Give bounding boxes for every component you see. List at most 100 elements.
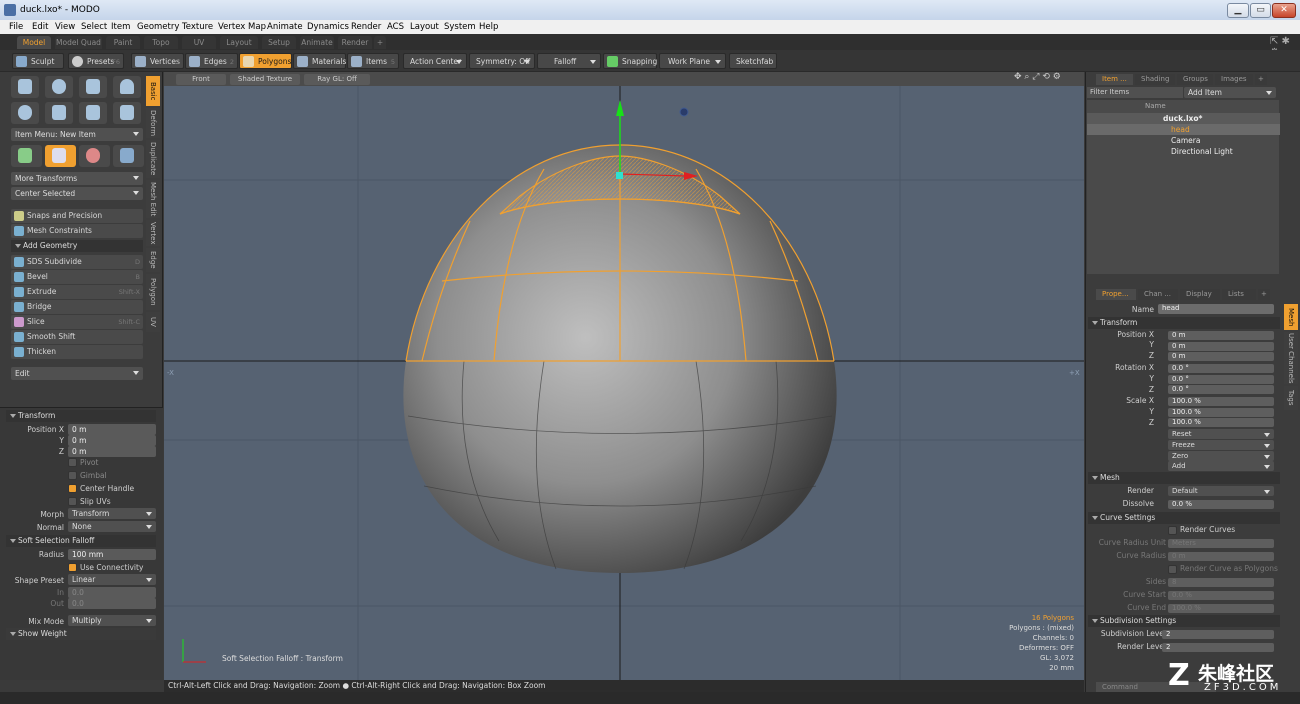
tab-model[interactable]: Model: [17, 36, 51, 49]
render-as-polygons-checkbox[interactable]: [1168, 565, 1177, 574]
viewport-nav-icons[interactable]: ✥ ⌕ ⤢ ⟲ ⚙: [1014, 72, 1061, 82]
slip-uvs-checkbox[interactable]: [68, 497, 77, 506]
center-selected-dropdown[interactable]: Center Selected: [11, 187, 143, 200]
soft-selection-header[interactable]: Soft Selection Falloff: [6, 535, 156, 547]
torus-tool[interactable]: [11, 102, 39, 124]
menu-geometry[interactable]: Geometry: [137, 20, 179, 34]
menu-animate[interactable]: Animate: [267, 20, 303, 34]
prop-position-z-field[interactable]: 0 m: [1168, 352, 1274, 361]
curve-start-field[interactable]: 0.0 %: [1168, 591, 1274, 600]
edges-button[interactable]: Edges 2: [185, 53, 238, 69]
vtab-deform[interactable]: Deform: [146, 108, 160, 138]
vtab-vertex[interactable]: Vertex: [146, 220, 160, 246]
cylinder-tool[interactable]: [79, 76, 107, 98]
move-tool[interactable]: [11, 145, 42, 167]
prop-position-x-field[interactable]: 0 m: [1168, 331, 1274, 340]
subdivision-header[interactable]: Subdivision Settings: [1088, 615, 1280, 627]
scale-tool[interactable]: [79, 145, 110, 167]
3d-viewport[interactable]: Front Shaded Texture Ray GL: Off ✥ ⌕ ⤢ ⟲…: [164, 72, 1084, 680]
menu-help[interactable]: Help: [479, 20, 498, 34]
tree-row-head[interactable]: head: [1087, 124, 1280, 135]
tree-row-camera[interactable]: Camera: [1087, 135, 1280, 146]
pivot-checkbox[interactable]: [68, 458, 77, 467]
use-connectivity-checkbox[interactable]: [68, 563, 77, 572]
raygl-button[interactable]: Ray GL: Off: [304, 74, 370, 85]
position-y-field[interactable]: 0 m: [68, 435, 156, 446]
curve-radius-unit-dropdown[interactable]: Meters: [1168, 539, 1274, 548]
gizmo-z-handle[interactable]: [679, 107, 689, 117]
tab-layout[interactable]: Layout: [220, 36, 258, 49]
add-panel-tab-button[interactable]: +: [1255, 74, 1267, 85]
snaps-precision-button[interactable]: Snaps and Precision: [11, 209, 143, 223]
position-x-field[interactable]: 0 m: [68, 424, 156, 435]
sds-subdivide-button[interactable]: SDS Subdivide D: [11, 255, 143, 269]
prop-scale-z-field[interactable]: 100.0 %: [1168, 418, 1274, 427]
tab-properties[interactable]: Prope...: [1096, 289, 1136, 300]
tab-model-quad[interactable]: Model Quad: [55, 36, 102, 49]
prop-rotation-z-field[interactable]: 0.0 °: [1168, 385, 1274, 394]
tab-render[interactable]: Render: [338, 36, 372, 49]
radius-field[interactable]: 100 mm: [68, 549, 156, 560]
thicken-button[interactable]: Thicken: [11, 345, 143, 359]
sketchfab-button[interactable]: Sketchfab: [729, 53, 777, 69]
add-geometry-header[interactable]: Add Geometry: [11, 240, 143, 252]
tab-shading[interactable]: Shading: [1135, 74, 1175, 85]
vtab-duplicate[interactable]: Duplicate: [146, 140, 160, 178]
tree-row-scene[interactable]: duck.lxo*: [1087, 113, 1280, 124]
mesh-constraints-button[interactable]: Mesh Constraints: [11, 224, 143, 238]
shape-preset-dropdown[interactable]: Linear: [68, 574, 156, 585]
transform-header[interactable]: Transform: [6, 410, 156, 422]
menu-vertex-map[interactable]: Vertex Map: [218, 20, 266, 34]
slice-button[interactable]: Slice Shift-C: [11, 315, 143, 329]
filter-items-field[interactable]: Filter Items: [1087, 87, 1183, 98]
vertices-button[interactable]: Vertices 1: [131, 53, 184, 69]
tab-animate[interactable]: Animate: [300, 36, 334, 49]
snapping-button[interactable]: Snapping: [603, 53, 657, 69]
action-center-dropdown[interactable]: Action Center: [403, 53, 467, 69]
cube-tool[interactable]: [11, 76, 39, 98]
add-item-dropdown[interactable]: Add Item: [1184, 87, 1276, 98]
vtab-mesh-edit[interactable]: Mesh Edit: [146, 180, 160, 218]
mesh-header[interactable]: Mesh: [1088, 472, 1280, 484]
sculpt-button[interactable]: Sculpt: [12, 53, 64, 69]
text-tool[interactable]: [113, 102, 141, 124]
in-field[interactable]: 0.0: [68, 587, 156, 598]
reset-dropdown[interactable]: Reset: [1168, 429, 1274, 439]
tab-channels[interactable]: Chan ...: [1138, 289, 1178, 300]
menu-dynamics[interactable]: Dynamics: [307, 20, 349, 34]
subdivision-level-field[interactable]: 2: [1162, 630, 1274, 639]
name-field[interactable]: head: [1158, 304, 1274, 314]
curve-radius-field[interactable]: 0 m: [1168, 552, 1274, 561]
prop-transform-header[interactable]: Transform: [1088, 317, 1280, 329]
curve-settings-header[interactable]: Curve Settings: [1088, 512, 1280, 524]
tab-setup[interactable]: Setup: [262, 36, 296, 49]
view-front-button[interactable]: Front: [176, 74, 226, 85]
bridge-button[interactable]: Bridge: [11, 300, 143, 314]
close-button[interactable]: ✕: [1272, 3, 1296, 18]
zero-dropdown[interactable]: Zero: [1168, 451, 1274, 461]
materials-button[interactable]: Materials: [293, 53, 346, 69]
tab-uv[interactable]: UV: [182, 36, 216, 49]
polygons-button[interactable]: Polygons: [239, 53, 292, 69]
vtab-mesh[interactable]: Mesh: [1284, 304, 1298, 330]
tab-groups[interactable]: Groups: [1177, 74, 1213, 85]
edit-dropdown[interactable]: Edit: [11, 367, 143, 380]
tab-images[interactable]: Images: [1215, 74, 1253, 85]
extrude-button[interactable]: Extrude Shift-X: [11, 285, 143, 299]
dissolve-field[interactable]: 0.0 %: [1168, 500, 1274, 509]
freeze-dropdown[interactable]: Freeze: [1168, 440, 1274, 450]
morph-dropdown[interactable]: Transform: [68, 508, 156, 519]
normal-dropdown[interactable]: None: [68, 521, 156, 532]
minimize-button[interactable]: ▁: [1227, 3, 1249, 18]
menu-item[interactable]: Item: [111, 20, 130, 34]
bevel-button[interactable]: Bevel B: [11, 270, 143, 284]
maximize-button[interactable]: ▭: [1250, 3, 1271, 18]
sides-field[interactable]: 8: [1168, 578, 1274, 587]
render-dropdown[interactable]: Default: [1168, 486, 1274, 496]
rotate-tool[interactable]: [45, 145, 76, 167]
vtab-user-channels[interactable]: User Channels: [1284, 332, 1298, 384]
out-field[interactable]: 0.0: [68, 598, 156, 609]
item-menu-dropdown[interactable]: Item Menu: New Item: [11, 128, 143, 141]
menu-render[interactable]: Render: [351, 20, 381, 34]
menu-layout[interactable]: Layout: [410, 20, 439, 34]
